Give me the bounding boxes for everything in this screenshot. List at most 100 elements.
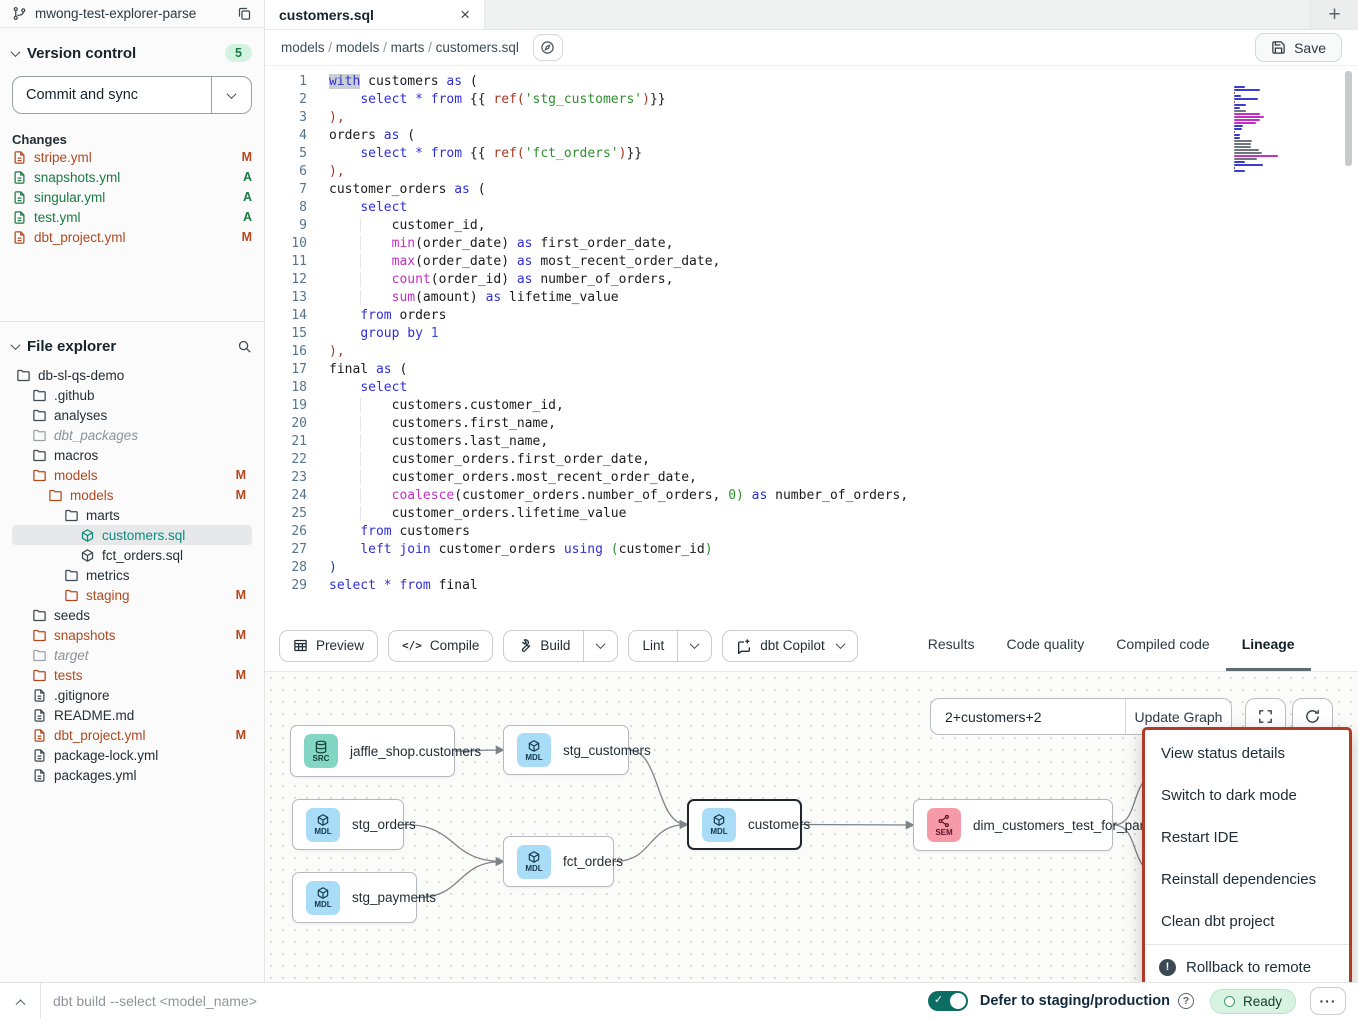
file-explorer-header[interactable]: File explorer (12, 338, 252, 355)
change-row[interactable]: stripe.ymlM (12, 147, 252, 167)
dbt-cloud-ide: mwong-test-explorer-parse Version contro… (0, 0, 1358, 1019)
line-number: 22 (265, 451, 307, 469)
file-tree-item-staging[interactable]: stagingM (12, 585, 252, 605)
file-tree-item-package-lock-yml[interactable]: package-lock.yml (12, 745, 252, 765)
file-tree-item-packages-yml[interactable]: packages.yml (12, 765, 252, 785)
tab-compiled-code[interactable]: Compiled code (1100, 620, 1225, 671)
menu-item-reinstall-dependencies[interactable]: Reinstall dependencies (1145, 858, 1349, 900)
change-row[interactable]: test.ymlA (12, 207, 252, 227)
menu-item-clean-dbt-project[interactable]: Clean dbt project (1145, 900, 1349, 942)
change-status: M (242, 230, 252, 244)
node-label: stg_customers (563, 743, 651, 758)
sem-tile-icon: SEM (927, 808, 961, 842)
lineage-node-dim[interactable]: SEMdim_customers_test_for_parse (913, 799, 1113, 851)
line-number: 3 (265, 109, 307, 127)
more-options-button[interactable]: ··· (1310, 987, 1346, 1015)
lineage-node-fct_orders[interactable]: MDLfct_orders (503, 836, 614, 887)
commit-and-sync-button[interactable]: Commit and sync (12, 76, 252, 114)
tab-customers-sql[interactable]: customers.sql × (265, 0, 485, 29)
file-name: marts (86, 508, 246, 523)
tab-results[interactable]: Results (912, 620, 991, 671)
file-tree-item-macros[interactable]: macros (12, 445, 252, 465)
code-line: ), (329, 163, 1358, 181)
menu-item-switch-to-dark-mode[interactable]: Switch to dark mode (1145, 774, 1349, 816)
file-tree-item--gitignore[interactable]: .gitignore (12, 685, 252, 705)
action-bar: Preview </> Compile Build Lint (265, 620, 1358, 672)
file-tree-item-snapshots[interactable]: snapshotsM (12, 625, 252, 645)
file-name: staging (86, 588, 229, 603)
file-tree-item-dbt-packages[interactable]: dbt_packages (12, 425, 252, 445)
tab-code-quality[interactable]: Code quality (990, 620, 1100, 671)
code-minimap[interactable] (1234, 86, 1292, 173)
collapse-panel-button[interactable] (0, 983, 40, 1019)
breadcrumb-item[interactable]: customers.sql (436, 40, 519, 55)
command-input[interactable] (41, 993, 928, 1009)
dbt-copilot-button[interactable]: dbt Copilot (722, 630, 858, 662)
editor-scrollbar[interactable] (1345, 71, 1352, 166)
file-tree-item-metrics[interactable]: metrics (12, 565, 252, 585)
copilot-label: dbt Copilot (760, 638, 825, 653)
preview-label: Preview (316, 638, 364, 653)
ready-dot-icon (1224, 996, 1235, 1007)
code-content[interactable]: with customers as ( select * from {{ ref… (321, 66, 1358, 620)
lineage-panel[interactable]: SRCjaffle_shop.customers MDLstg_customers… (265, 672, 1358, 982)
code-line: with customers as ( (329, 73, 1358, 91)
file-tree-item-db-sl-qs-demo[interactable]: db-sl-qs-demo (12, 365, 252, 385)
menu-item-rollback-to-remote[interactable]: ! Rollback to remote (1145, 945, 1349, 982)
file-tree-item-target[interactable]: target (12, 645, 252, 665)
code-line: ), (329, 109, 1358, 127)
file-tree-item-seeds[interactable]: seeds (12, 605, 252, 625)
copy-icon[interactable] (237, 6, 252, 21)
defer-toggle[interactable]: ✓ (928, 991, 968, 1011)
folder-icon (16, 368, 31, 383)
lineage-node-stg_orders[interactable]: MDLstg_orders (292, 799, 404, 850)
commit-options-button[interactable] (211, 77, 251, 113)
file-tree-item-dbt-project-yml[interactable]: dbt_project.ymlM (12, 725, 252, 745)
breadcrumb-item[interactable]: models (281, 40, 325, 55)
search-icon[interactable] (237, 339, 252, 354)
preview-button[interactable]: Preview (279, 630, 378, 662)
compile-button[interactable]: </> Compile (388, 630, 493, 662)
file-icon (32, 748, 47, 763)
code-line: final as ( (329, 361, 1358, 379)
line-number: 1 (265, 73, 307, 91)
compile-label: Compile (430, 638, 480, 653)
new-tab-button[interactable]: + (1310, 0, 1358, 29)
tab-lineage[interactable]: Lineage (1226, 620, 1311, 671)
change-row[interactable]: snapshots.ymlA (12, 167, 252, 187)
breadcrumb-item[interactable]: marts (391, 40, 425, 55)
lineage-selector-input[interactable] (931, 699, 1125, 734)
menu-item-view-status-details[interactable]: View status details (1145, 732, 1349, 774)
file-tree-item-marts[interactable]: marts (12, 505, 252, 525)
close-icon[interactable]: × (460, 6, 470, 23)
file-tree-item-models[interactable]: modelsM (12, 485, 252, 505)
lineage-node-customers[interactable]: MDLcustomers (687, 799, 802, 850)
lineage-node-jaffle[interactable]: SRCjaffle_shop.customers (290, 725, 455, 777)
file-icon (12, 170, 27, 185)
file-tree-item-readme-md[interactable]: README.md (12, 705, 252, 725)
help-icon[interactable]: ? (1178, 993, 1194, 1009)
change-file-name: snapshots.yml (34, 170, 236, 185)
file-tree-item-customers-sql[interactable]: customers.sql (12, 525, 252, 545)
explore-compass-button[interactable] (533, 34, 563, 61)
change-row[interactable]: dbt_project.ymlM (12, 227, 252, 247)
lint-options-button[interactable] (677, 631, 711, 661)
build-options-button[interactable] (583, 631, 617, 661)
build-button[interactable]: Build (503, 630, 618, 662)
save-button[interactable]: Save (1255, 33, 1342, 62)
defer-label: Defer to staging/production (980, 993, 1170, 1009)
breadcrumb-item[interactable]: models (336, 40, 380, 55)
menu-item-restart-ide[interactable]: Restart IDE (1145, 816, 1349, 858)
version-control-header[interactable]: Version control 5 (12, 44, 252, 62)
file-tree-item--github[interactable]: .github (12, 385, 252, 405)
file-tree-item-analyses[interactable]: analyses (12, 405, 252, 425)
file-tree-item-models[interactable]: modelsM (12, 465, 252, 485)
code-line: max(order_date) as most_recent_order_dat… (329, 253, 1358, 271)
file-tree-item-fct-orders-sql[interactable]: fct_orders.sql (12, 545, 252, 565)
lineage-node-stg_customers[interactable]: MDLstg_customers (503, 725, 629, 775)
lineage-node-stg_payments[interactable]: MDLstg_payments (292, 872, 417, 923)
lint-button[interactable]: Lint (628, 630, 712, 662)
change-row[interactable]: singular.ymlA (12, 187, 252, 207)
file-tree-item-tests[interactable]: testsM (12, 665, 252, 685)
code-editor[interactable]: 1234567891011121314151617181920212223242… (265, 65, 1358, 620)
